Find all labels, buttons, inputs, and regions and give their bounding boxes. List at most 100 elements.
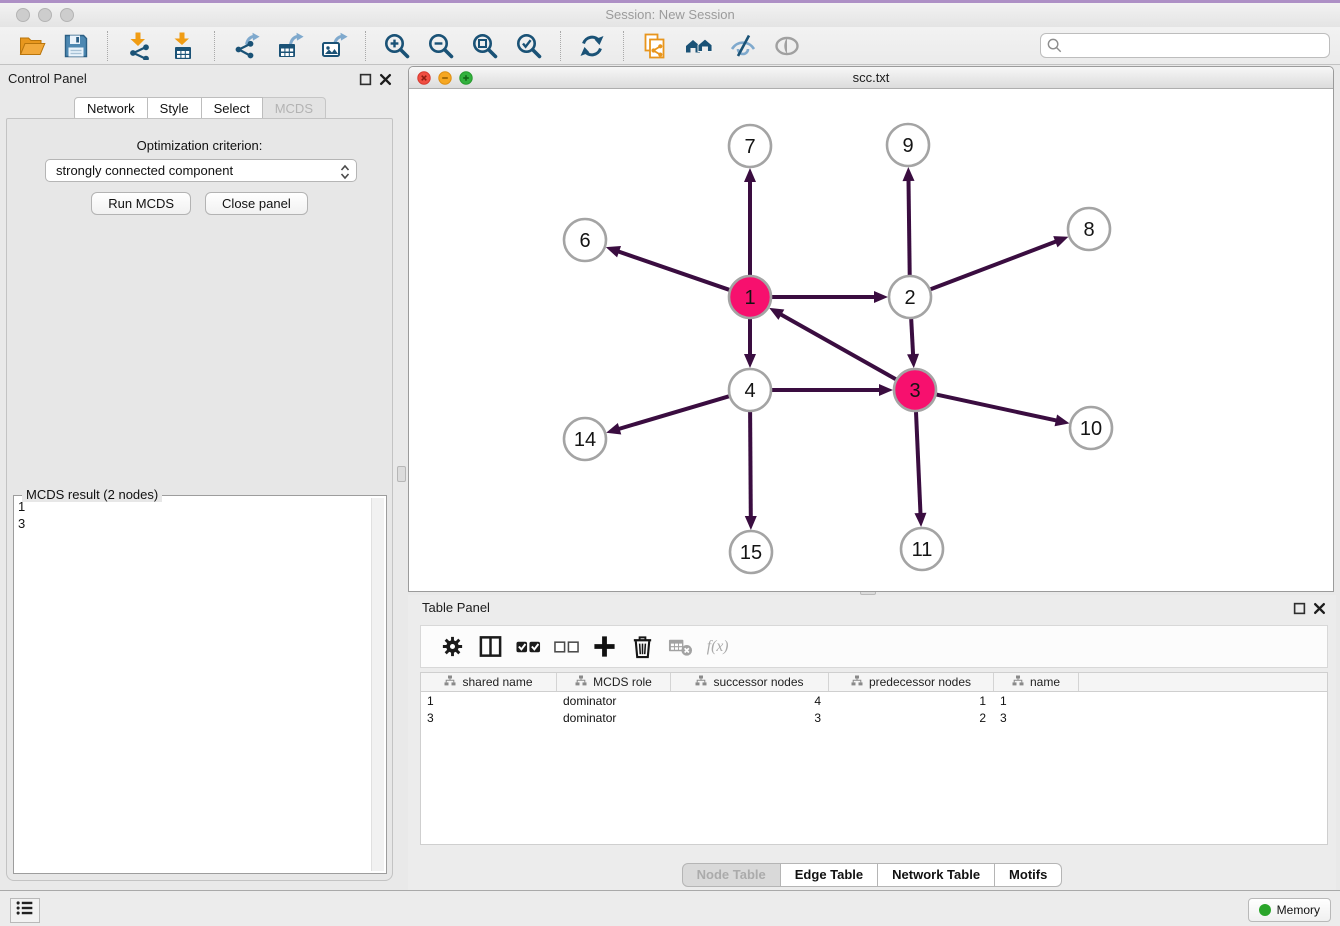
memory-status-dot: [1259, 904, 1271, 916]
control-panel: Control Panel NetworkStyleSelectMCDS Opt…: [0, 66, 400, 886]
show-details-icon: [772, 31, 802, 61]
memory-label: Memory: [1277, 903, 1320, 917]
float-panel-icon[interactable]: [1293, 602, 1306, 615]
table-cell[interactable]: 3: [671, 709, 829, 726]
import-table-icon[interactable]: [168, 31, 198, 61]
graph-node-label: 14: [574, 429, 596, 451]
column-header-successor-nodes[interactable]: successor nodes: [671, 673, 829, 691]
refresh-layout-icon[interactable]: [577, 31, 607, 61]
graph-node-label: 11: [912, 539, 933, 561]
close-panel-icon[interactable]: [1313, 602, 1326, 615]
table-cell[interactable]: 1: [829, 692, 994, 709]
mcds-result-box: MCDS result (2 nodes) 1 3: [13, 495, 387, 874]
open-file-icon[interactable]: [17, 31, 47, 61]
search-field-wrap: [1040, 33, 1330, 58]
column-type-icon: [851, 675, 863, 689]
mcds-panel: Optimization criterion: strongly connect…: [6, 118, 393, 881]
optimization-criterion-label: Optimization criterion:: [7, 138, 392, 153]
graph-edge-3-11[interactable]: [916, 412, 921, 514]
column-header-shared-name[interactable]: shared name: [421, 673, 557, 691]
tab-motifs[interactable]: Motifs: [995, 863, 1062, 887]
first-neighbors-icon[interactable]: [684, 31, 714, 61]
tab-node-table[interactable]: Node Table: [682, 863, 781, 887]
float-panel-icon[interactable]: [359, 73, 372, 86]
table-cell[interactable]: dominator: [557, 709, 671, 726]
zoom-fit-icon[interactable]: [470, 31, 500, 61]
main-toolbar: [0, 27, 1340, 65]
graph-edge-2-3[interactable]: [911, 319, 913, 355]
zoom-in-icon[interactable]: [382, 31, 412, 61]
export-image-icon[interactable]: [319, 31, 349, 61]
criterion-select[interactable]: strongly connected component: [45, 159, 357, 182]
delete-table-icon: [667, 634, 693, 660]
close-panel-button[interactable]: Close panel: [205, 192, 308, 215]
table-row[interactable]: 1dominator411: [421, 692, 1327, 709]
function-builder-icon: f(x): [705, 634, 731, 660]
search-input[interactable]: [1040, 33, 1330, 58]
network-canvas[interactable]: 1234678910111415: [409, 89, 1333, 591]
table-cell[interactable]: 3: [421, 709, 557, 726]
import-network-icon[interactable]: [124, 31, 154, 61]
vertical-splitter-handle[interactable]: [397, 466, 406, 482]
control-panel-title: Control Panel: [8, 71, 87, 86]
result-scrollbar[interactable]: [371, 498, 384, 871]
graph-node-label: 2: [904, 287, 915, 309]
window-title: Session: New Session: [0, 7, 1340, 22]
column-header-MCDS-role[interactable]: MCDS role: [557, 673, 671, 691]
table-cell[interactable]: 2: [829, 709, 994, 726]
column-label: shared name: [462, 675, 532, 689]
graph-edge-1-6[interactable]: [618, 251, 729, 289]
graph-node-label: 10: [1080, 418, 1102, 440]
mcds-result-list[interactable]: 1 3: [18, 498, 370, 871]
toolbar-separator: [623, 31, 624, 61]
add-column-icon[interactable]: [591, 634, 617, 660]
table-cell[interactable]: 1: [421, 692, 557, 709]
table-row[interactable]: 3dominator323: [421, 709, 1327, 726]
graph-node-label: 15: [740, 542, 762, 564]
table-tabs: Node TableEdge TableNetwork TableMotifs: [408, 863, 1336, 887]
table-cell[interactable]: dominator: [557, 692, 671, 709]
table-cell[interactable]: 1: [994, 692, 1079, 709]
delete-column-icon[interactable]: [629, 634, 655, 660]
memory-button[interactable]: Memory: [1248, 898, 1331, 922]
column-label: MCDS role: [593, 675, 652, 689]
column-header-name[interactable]: name: [994, 673, 1079, 691]
settings-gear-icon[interactable]: [439, 634, 465, 660]
deselect-all-icon[interactable]: [553, 634, 579, 660]
graph-edge-3-10[interactable]: [937, 395, 1057, 421]
column-label: name: [1030, 675, 1060, 689]
graph-edge-3-1[interactable]: [781, 314, 896, 379]
graph-node-label: 7: [744, 136, 755, 158]
network-title: scc.txt: [409, 70, 1333, 85]
graph-edge-2-8[interactable]: [931, 241, 1057, 289]
close-panel-icon[interactable]: [379, 73, 392, 86]
graph-edge-4-15[interactable]: [750, 412, 751, 517]
control-panel-header: Control Panel: [8, 71, 392, 91]
select-all-icon[interactable]: [515, 634, 541, 660]
table-cell[interactable]: 3: [994, 709, 1079, 726]
table-body: 1dominator4113dominator323: [421, 692, 1327, 726]
column-type-icon: [695, 675, 707, 689]
graph-node-label: 6: [579, 230, 590, 252]
hide-selected-icon[interactable]: [728, 31, 758, 61]
export-network-icon[interactable]: [231, 31, 261, 61]
tab-network-table[interactable]: Network Table: [878, 863, 995, 887]
log-console-button[interactable]: [10, 898, 40, 923]
zoom-selected-icon[interactable]: [514, 31, 544, 61]
network-window-titlebar[interactable]: scc.txt: [409, 67, 1333, 89]
export-table-icon[interactable]: [275, 31, 305, 61]
column-header-predecessor-nodes[interactable]: predecessor nodes: [829, 673, 994, 691]
save-session-icon[interactable]: [61, 31, 91, 61]
svg-text:f(x): f(x): [706, 638, 728, 655]
graph-edge-2-9[interactable]: [909, 180, 910, 275]
clone-network-icon[interactable]: [640, 31, 670, 61]
zoom-out-icon[interactable]: [426, 31, 456, 61]
tab-edge-table[interactable]: Edge Table: [781, 863, 878, 887]
table-cell[interactable]: 4: [671, 692, 829, 709]
table-panel-title: Table Panel: [422, 600, 490, 615]
graph-edge-4-14[interactable]: [619, 396, 729, 429]
application-window: Session: New Session Control Panel Netwo…: [0, 0, 1340, 926]
toolbar-separator: [214, 31, 215, 61]
run-mcds-button[interactable]: Run MCDS: [91, 192, 191, 215]
split-columns-icon[interactable]: [477, 634, 503, 660]
